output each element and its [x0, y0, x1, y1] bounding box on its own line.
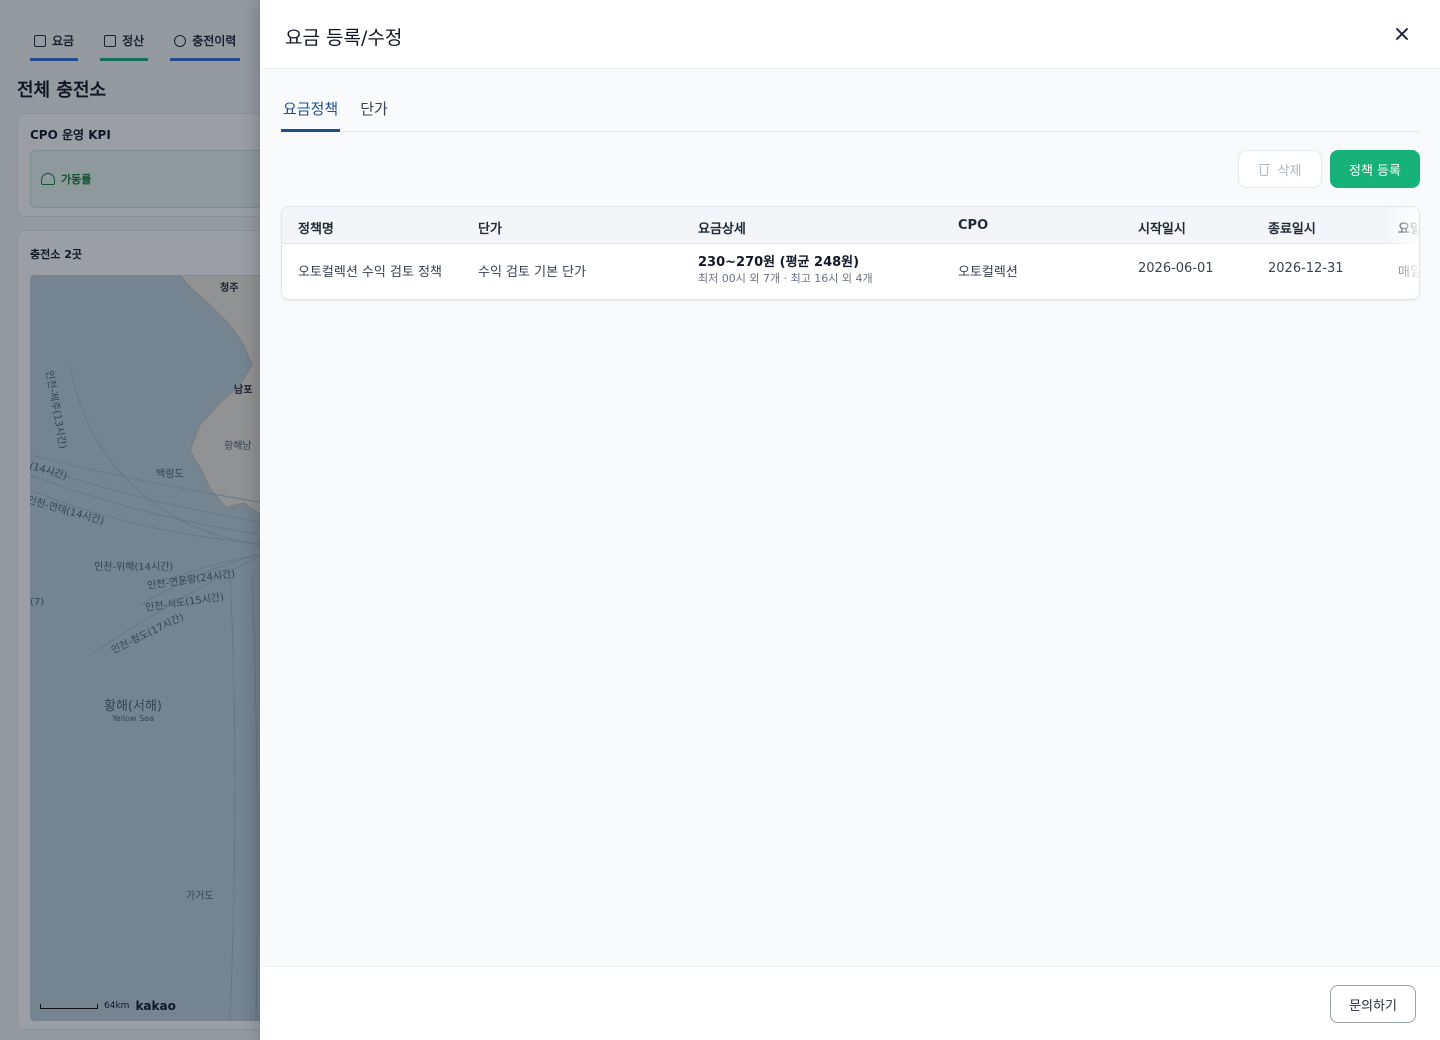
delete-button[interactable]: 삭제 [1238, 150, 1322, 188]
cell-unit-price: 수익 검토 기본 단가 [478, 265, 587, 280]
register-policy-button[interactable]: 정책 등록 [1330, 150, 1420, 188]
cell-end: 2026-12-31 [1268, 261, 1344, 276]
cell-price-main: 230~270원 (평균 248원) [698, 255, 860, 270]
cell-start: 2026-06-01 [1138, 261, 1214, 276]
drawer-tabs: 요금정책 단가 [281, 90, 1420, 132]
register-policy-label: 정책 등록 [1349, 163, 1401, 179]
drawer-footer: 문의하기 [260, 966, 1440, 1040]
cell-cpo: 오토컬렉션 [958, 265, 1018, 280]
delete-button-label: 삭제 [1277, 163, 1302, 179]
column-header-cpo[interactable]: CPO [958, 218, 988, 233]
column-header-start[interactable]: 시작일시 [1138, 218, 1186, 237]
cell-price-sub: 최저 00시 외 7개 · 최고 16시 외 4개 [698, 272, 873, 285]
column-header-unit-price[interactable]: 단가 [478, 218, 502, 237]
column-header-end[interactable]: 종료일시 [1268, 218, 1316, 237]
close-icon[interactable] [1390, 22, 1414, 46]
table-row[interactable]: 오토컬렉션 수익 검토 정책 수익 검토 기본 단가 230~270원 (평균 … [282, 244, 1419, 299]
cell-policy-name: 오토컬렉션 수익 검토 정책 [298, 265, 442, 280]
drawer-header: 요금 등록/수정 [260, 0, 1440, 69]
table-header: 정책명 단가 요금상세 CPO 시작일시 종료일시 요일 [282, 207, 1419, 244]
column-header-price-detail[interactable]: 요금상세 [698, 218, 746, 237]
trash-icon [1258, 163, 1270, 176]
horizontal-scroll-fade [1385, 207, 1419, 299]
drawer-title: 요금 등록/수정 [285, 27, 403, 49]
inquiry-button[interactable]: 문의하기 [1330, 985, 1416, 1023]
policy-table: 정책명 단가 요금상세 CPO 시작일시 종료일시 요일 오토컬렉션 수익 검토… [281, 206, 1420, 300]
fee-drawer: 요금 등록/수정 요금정책 단가 삭제 정책 등록 정책명 단가 요금상세 CP… [260, 0, 1440, 1040]
tab-fee-policy[interactable]: 요금정책 [281, 90, 341, 132]
column-header-policy-name[interactable]: 정책명 [298, 218, 334, 237]
tab-unit-price[interactable]: 단가 [358, 90, 390, 132]
toolbar: 삭제 정책 등록 [1238, 150, 1420, 188]
